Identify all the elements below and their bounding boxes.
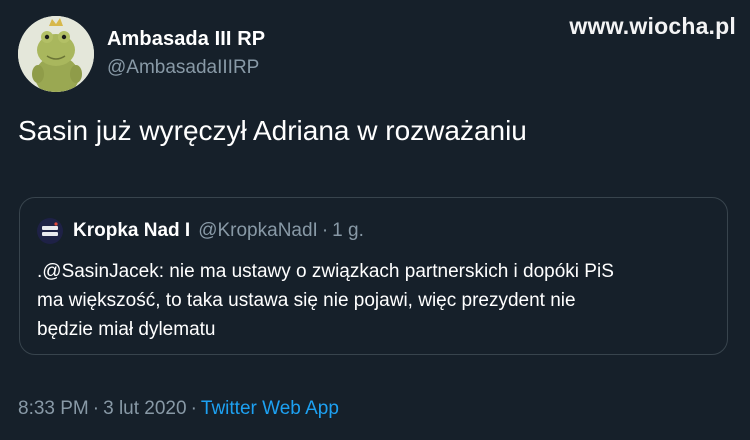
quoted-time[interactable]: 1 g. xyxy=(332,219,364,243)
author-handle[interactable]: @AmbasadaIIIRP xyxy=(107,54,265,82)
quoted-separator: · xyxy=(321,220,329,241)
quoted-tweet-text: .@SasinJacek: nie ma ustawy o związkach … xyxy=(37,257,717,344)
quoted-author-avatar[interactable] xyxy=(37,218,63,244)
author-block: Ambasada III RP @AmbasadaIIIRP xyxy=(107,27,265,82)
tweet-meta: 8:33 PM · 3 lut 2020 · Twitter Web App xyxy=(18,397,339,421)
tweet-screenshot: Ambasada III RP @AmbasadaIIIRP www.wioch… xyxy=(0,0,750,440)
watermark: www.wiocha.pl xyxy=(569,13,736,39)
quoted-tweet-header: Kropka Nad I @KropkaNadI · 1 g. xyxy=(37,218,364,244)
quoted-author-handle[interactable]: @KropkaNadI xyxy=(198,219,318,243)
quoted-text-line: będzie miał dylematu xyxy=(37,319,216,340)
author-avatar[interactable] xyxy=(18,16,94,92)
quoted-tweet-card[interactable]: Kropka Nad I @KropkaNadI · 1 g. .@SasinJ… xyxy=(19,197,728,355)
tweet-source-link[interactable]: Twitter Web App xyxy=(201,398,339,419)
tweet-header: Ambasada III RP @AmbasadaIIIRP xyxy=(18,16,265,92)
quoted-text-line: .@SasinJacek: nie ma ustawy o związkach … xyxy=(37,261,614,282)
meta-separator: · xyxy=(92,398,100,419)
tweet-text: Sasin już wyręczył Adriana w rozważaniu xyxy=(18,115,527,146)
plush-frog-avatar-image xyxy=(18,16,94,92)
tweet-date[interactable]: 3 lut 2020 xyxy=(103,398,186,419)
quoted-text-line: ma większość, to taka ustawa się nie poj… xyxy=(37,290,576,311)
kropka-logo-icon xyxy=(37,218,63,244)
quoted-author-name[interactable]: Kropka Nad I xyxy=(73,219,190,243)
tweet-time[interactable]: 8:33 PM xyxy=(18,398,89,419)
author-name[interactable]: Ambasada III RP xyxy=(107,27,265,51)
meta-separator: · xyxy=(190,398,197,419)
